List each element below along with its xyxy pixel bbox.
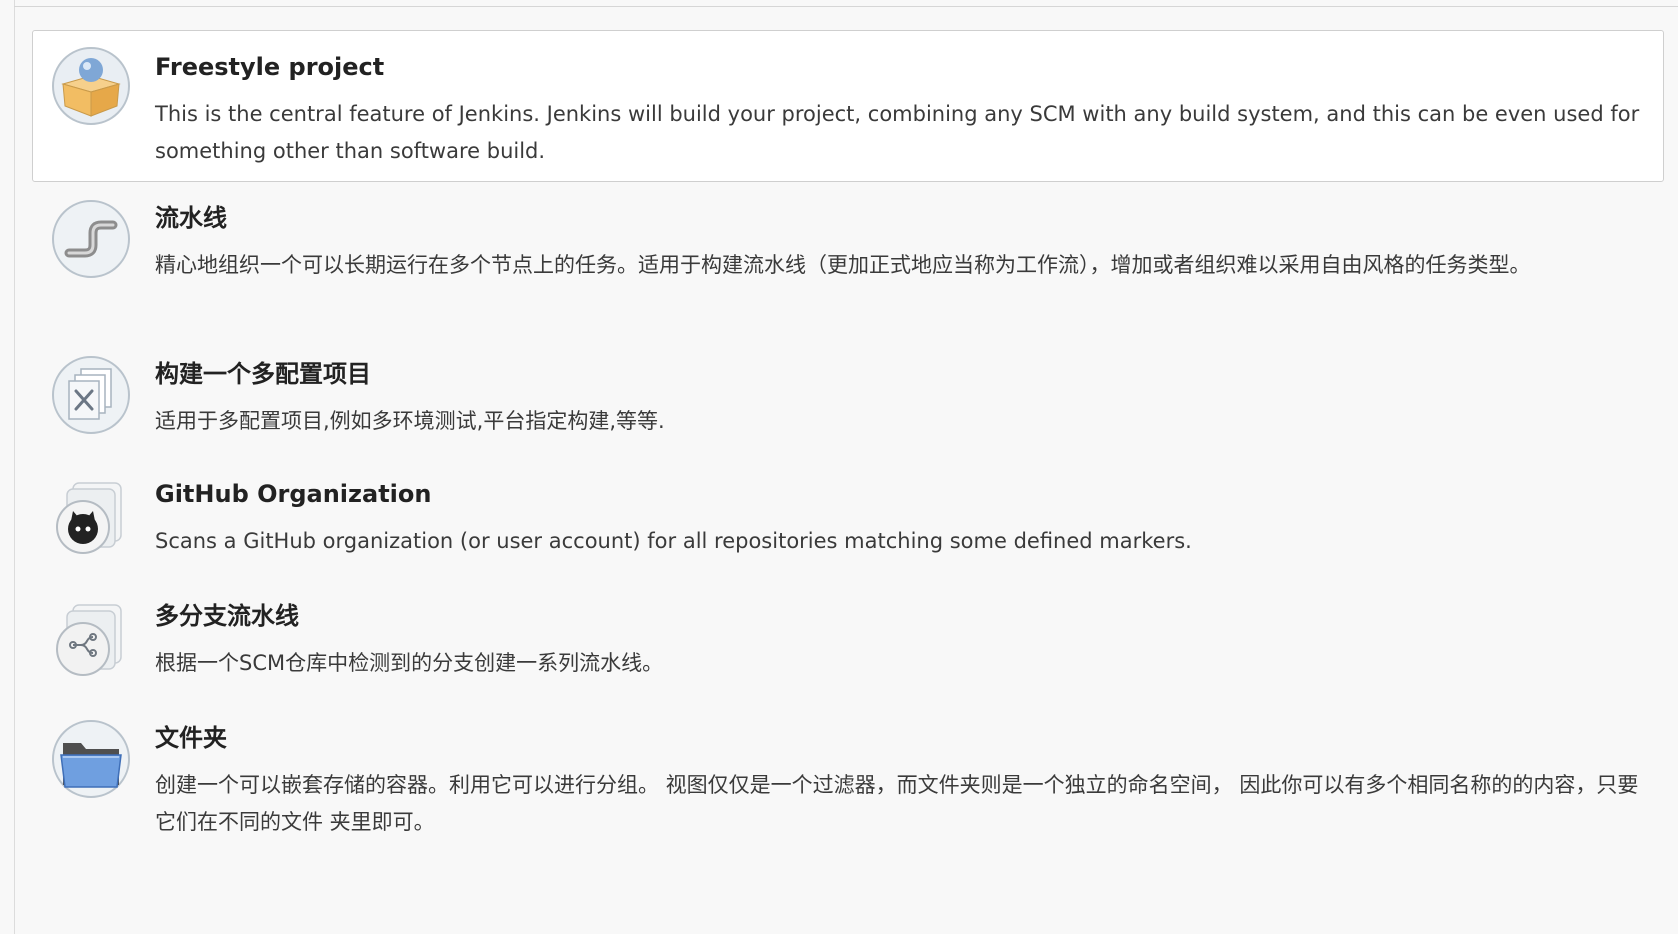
- left-divider: [14, 0, 15, 934]
- job-type-label: 流水线: [155, 204, 227, 232]
- github-organization-icon: [51, 475, 131, 555]
- job-type-freestyle[interactable]: Freestyle project This is the central fe…: [32, 30, 1664, 182]
- job-type-label: GitHub Organization: [155, 480, 432, 508]
- new-item-page: Freestyle project This is the central fe…: [0, 0, 1678, 934]
- multi-config-icon: [51, 355, 131, 435]
- job-type-list: Freestyle project This is the central fe…: [32, 30, 1664, 856]
- freestyle-box-icon: [51, 46, 131, 126]
- job-type-pipeline[interactable]: 流水线 精心地组织一个可以长期运行在多个节点上的任务。适用于构建流水线（更加正式…: [32, 182, 1664, 338]
- job-type-label: 构建一个多配置项目: [155, 360, 371, 388]
- job-type-folder[interactable]: 文件夹 创建一个可以嵌套存储的容器。利用它可以进行分组。 视图仅仅是一个过滤器，…: [32, 706, 1664, 856]
- job-type-description: 根据一个SCM仓库中检测到的分支创建一系列流水线。: [155, 651, 664, 675]
- job-type-description: Scans a GitHub organization (or user acc…: [155, 529, 1192, 553]
- top-divider: [14, 6, 1678, 7]
- job-type-label: Freestyle project: [155, 53, 385, 81]
- job-type-multibranch-pipeline[interactable]: 多分支流水线 根据一个SCM仓库中检测到的分支创建一系列流水线。: [32, 584, 1664, 706]
- job-type-description: This is the central feature of Jenkins. …: [155, 102, 1640, 163]
- job-type-label: 多分支流水线: [155, 602, 299, 630]
- pipeline-icon: [51, 199, 131, 279]
- job-type-multi-configuration[interactable]: 构建一个多配置项目 适用于多配置项目,例如多环境测试,平台指定构建,等等.: [32, 338, 1664, 462]
- job-type-description: 精心地组织一个可以长期运行在多个节点上的任务。适用于构建流水线（更加正式地应当称…: [155, 253, 1531, 277]
- job-type-label: 文件夹: [155, 724, 227, 752]
- job-type-description: 适用于多配置项目,例如多环境测试,平台指定构建,等等.: [155, 409, 665, 433]
- folder-icon: [51, 719, 131, 799]
- multibranch-pipeline-icon: [51, 597, 131, 677]
- job-type-description: 创建一个可以嵌套存储的容器。利用它可以进行分组。 视图仅仅是一个过滤器，而文件夹…: [155, 773, 1639, 834]
- job-type-github-organization[interactable]: GitHub Organization Scans a GitHub organ…: [32, 462, 1664, 584]
